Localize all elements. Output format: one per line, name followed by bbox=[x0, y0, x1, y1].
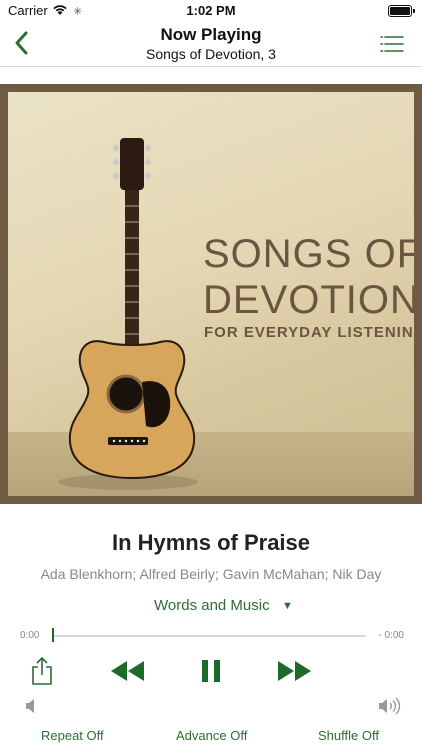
share-icon[interactable] bbox=[30, 656, 54, 686]
status-bar: Carrier ✳ 1:02 PM bbox=[0, 0, 422, 22]
pause-icon[interactable] bbox=[198, 658, 224, 684]
album-title-line1: SONGS OF bbox=[203, 232, 414, 276]
fast-forward-icon[interactable] bbox=[276, 660, 314, 682]
battery-icon bbox=[388, 5, 415, 17]
album-artwork: SONGS OF DEVOTION FOR EVERYDAY LISTENING bbox=[0, 84, 422, 504]
advance-toggle[interactable]: Advance Off bbox=[176, 728, 247, 743]
page-title: Now Playing bbox=[160, 25, 262, 44]
album-cover: SONGS OF DEVOTION FOR EVERYDAY LISTENING bbox=[8, 92, 414, 496]
page-subtitle: Songs of Devotion, 3 bbox=[146, 46, 276, 62]
version-select[interactable]: Words and Music bbox=[154, 597, 270, 614]
volume-high-icon bbox=[379, 697, 401, 715]
rewind-icon[interactable] bbox=[108, 660, 146, 682]
elapsed-time: 0:00 bbox=[20, 630, 40, 641]
album-title-line2: DEVOTION bbox=[203, 278, 414, 322]
progress-thumb[interactable] bbox=[52, 628, 54, 642]
shuffle-toggle[interactable]: Shuffle Off bbox=[318, 728, 379, 743]
navigation-bar: Now Playing Songs of Devotion, 3 bbox=[0, 22, 422, 67]
status-time: 1:02 PM bbox=[186, 3, 236, 18]
progress-track[interactable] bbox=[52, 635, 366, 637]
volume-low-icon bbox=[26, 699, 34, 713]
track-artists: Ada Blenkhorn; Alfred Beirly; Gavin McMa… bbox=[40, 566, 382, 582]
playlist-menu-icon[interactable] bbox=[380, 34, 404, 54]
remaining-time: - 0:00 bbox=[378, 630, 404, 641]
guitar-illustration bbox=[58, 138, 198, 490]
dropdown-caret-icon[interactable]: ▼ bbox=[282, 600, 293, 612]
album-tagline: FOR EVERYDAY LISTENING bbox=[204, 324, 414, 341]
track-title: In Hymns of Praise bbox=[111, 530, 311, 555]
repeat-toggle[interactable]: Repeat Off bbox=[41, 728, 104, 743]
